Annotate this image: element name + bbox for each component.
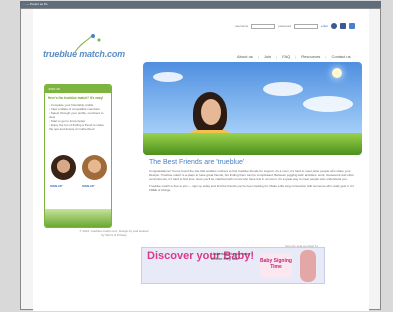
site-logo[interactable]: trueblue match.com <box>43 49 125 59</box>
nav-resources[interactable]: Resources <box>301 54 320 59</box>
signup-paragraph: Trueblue match is free to join — sign up… <box>149 184 354 192</box>
sun-graphic <box>332 68 342 78</box>
password-label: password <box>278 24 292 28</box>
nav-separator: | <box>295 54 297 59</box>
list-item: Select through your profile, members to … <box>49 111 107 119</box>
nav-faq[interactable]: FAQ <box>282 54 290 59</box>
cloud-graphic <box>303 96 353 112</box>
login-bar: username password enter <box>235 23 355 29</box>
page-title: The Best Friends are 'trueblue' <box>149 159 245 166</box>
intro-paragraph: Congratulations! You've found the site t… <box>149 169 355 181</box>
nav-separator: | <box>257 54 259 59</box>
cloud-graphic <box>153 72 183 82</box>
hero-banner <box>143 62 362 155</box>
page: trueblue match.com username password ent… <box>33 9 369 311</box>
mother-child-photo <box>82 155 107 180</box>
main-content: The Best Friends are 'trueblue' Congratu… <box>149 159 361 195</box>
signup-link[interactable]: SIGN UP <box>50 184 62 188</box>
nav-join[interactable]: Join <box>264 54 271 59</box>
signup-link[interactable]: SIGN UP <box>82 184 94 188</box>
hero-grass <box>143 133 362 155</box>
ad-brand-logo: Baby Signing Time <box>260 254 292 278</box>
panel-grass <box>45 209 111 227</box>
ad-tagline: Understand your baby before they talk! <box>211 251 251 261</box>
copyright-text: © 2010, trueblue match.com. Design by an… <box>79 229 149 237</box>
browser-window: trueblue match.com username password ent… <box>20 8 381 311</box>
ad-banner[interactable]: Discover your Baby! Understand your baby… <box>141 247 325 284</box>
facebook-icon[interactable] <box>340 23 346 29</box>
cloud-graphic <box>263 82 303 96</box>
twitter-icon[interactable] <box>349 23 355 29</box>
nav-contact[interactable]: Contact us <box>331 54 350 59</box>
username-label: username <box>234 24 249 28</box>
help-icon[interactable] <box>331 23 337 29</box>
nav-separator: | <box>325 54 327 59</box>
main-nav: About us | Join | FAQ | Resources | Cont… <box>237 54 351 59</box>
join-steps: Complete your friendship profile View pr… <box>45 103 111 131</box>
baby-photo <box>300 250 316 282</box>
nav-separator: | <box>276 54 278 59</box>
username-input[interactable] <box>251 23 276 29</box>
girl-face <box>201 99 221 125</box>
enter-link[interactable]: enter <box>321 24 328 28</box>
join-panel-lead: Here's the trueblue match? It's easy! <box>48 96 104 100</box>
mother-daughter-photo <box>51 155 76 180</box>
join-panel: JOIN US Here's the trueblue match? It's … <box>44 84 112 228</box>
window-titlebar: ... — Parent as Pe <box>20 1 381 8</box>
join-panel-header: JOIN US <box>45 85 111 93</box>
nav-about[interactable]: About us <box>237 54 253 59</box>
password-input[interactable] <box>294 23 319 29</box>
list-item: Enjoy the fun of finding a friend to sha… <box>49 123 107 131</box>
